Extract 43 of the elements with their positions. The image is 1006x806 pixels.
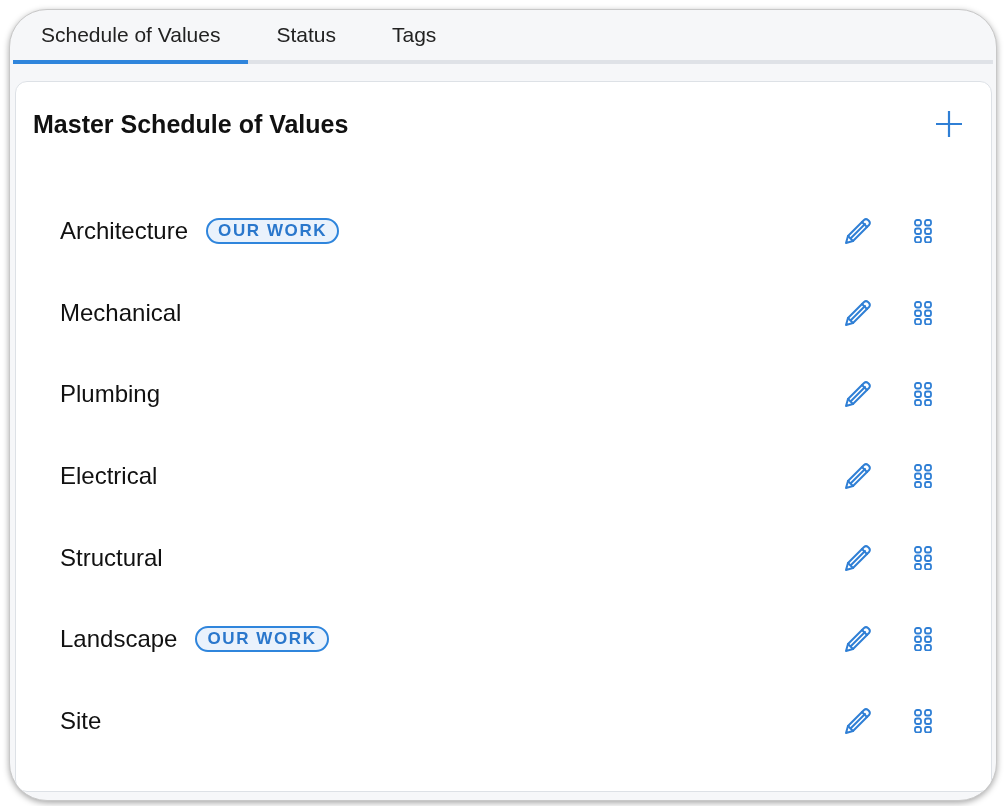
grid-icon [914, 708, 932, 733]
edit-button[interactable] [844, 298, 872, 327]
pencil-icon [844, 298, 872, 327]
pencil-icon [844, 380, 872, 409]
edit-button[interactable] [844, 706, 872, 735]
item-name: Plumbing [60, 380, 161, 409]
item-name: Site [60, 706, 102, 735]
grid-icon [914, 218, 932, 243]
item-name: Landscape [60, 625, 178, 654]
edit-button[interactable] [844, 543, 872, 572]
item-name: Structural [60, 543, 163, 572]
grid-icon [914, 627, 932, 652]
grid-icon [914, 545, 932, 570]
tab[interactable]: Tags [363, 10, 465, 64]
grid-icon [914, 382, 932, 407]
drag-handle[interactable] [914, 382, 932, 407]
panel-title: Master Schedule of Values [33, 109, 350, 139]
edit-button[interactable] [844, 216, 872, 245]
tab[interactable]: Status [248, 10, 364, 64]
plus-icon [935, 110, 963, 138]
pencil-icon [844, 216, 872, 245]
grid-icon [914, 300, 932, 325]
item-name: Architecture [60, 216, 189, 245]
grid-icon [914, 463, 932, 488]
item-name: Electrical [60, 461, 158, 490]
drag-handle[interactable] [914, 627, 932, 652]
drag-handle[interactable] [914, 708, 932, 733]
drag-handle[interactable] [914, 300, 932, 325]
our-work-badge: OUR WORK [206, 217, 340, 244]
drag-handle[interactable] [914, 463, 932, 488]
pencil-icon [844, 543, 872, 572]
our-work-badge: OUR WORK [195, 626, 329, 653]
item-name: Mechanical [60, 298, 182, 327]
pencil-icon [844, 706, 872, 735]
add-button[interactable] [935, 110, 963, 138]
drag-handle[interactable] [914, 545, 932, 570]
edit-button[interactable] [844, 625, 872, 654]
tab[interactable]: Schedule of Values [13, 10, 249, 64]
edit-button[interactable] [844, 461, 872, 490]
pencil-icon [844, 461, 872, 490]
edit-button[interactable] [844, 380, 872, 409]
pencil-icon [844, 625, 872, 654]
drag-handle[interactable] [914, 218, 932, 243]
